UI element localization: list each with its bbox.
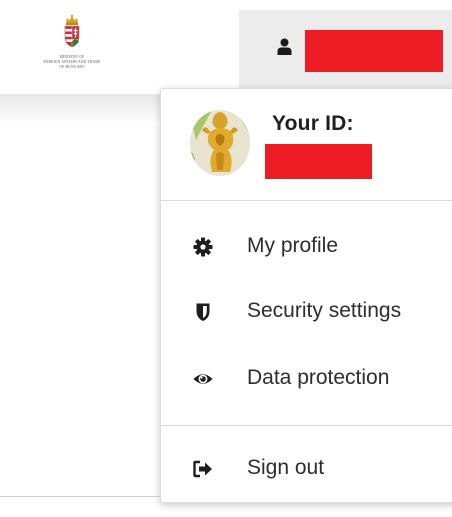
coat-of-arms-icon: [64, 14, 80, 48]
menu-item-my-profile[interactable]: My profile: [161, 225, 452, 269]
menu-item-data-protection[interactable]: Data protection: [161, 357, 452, 401]
menu-item-label: Security settings: [247, 299, 402, 322]
eye-icon: [193, 374, 213, 384]
menu-item-label: Data protection: [247, 366, 390, 389]
gear-icon: [193, 237, 213, 257]
page-background: [0, 94, 160, 124]
menu-item-label: Sign out: [247, 456, 325, 479]
ministry-logo[interactable]: Ministry of Foreign Affairs and Trade of…: [0, 0, 160, 94]
page-divider: [0, 496, 160, 497]
divider: [161, 200, 452, 201]
logo-line: of Hungary: [59, 64, 85, 69]
shield-icon: [196, 303, 210, 321]
divider: [161, 425, 452, 426]
username-redacted[interactable]: [305, 30, 443, 72]
user-id-redacted: [265, 144, 372, 179]
menu-item-security-settings[interactable]: Security settings: [161, 290, 452, 334]
your-id-label: Your ID:: [272, 112, 354, 135]
logo-caption: Ministry of Foreign Affairs and Trade of…: [12, 55, 132, 69]
avatar-image: [190, 110, 250, 176]
avatar: [190, 110, 250, 176]
sign-out-icon: [193, 460, 212, 478]
menu-item-sign-out[interactable]: Sign out: [161, 447, 452, 491]
menu-item-label: My profile: [247, 234, 339, 257]
user-icon[interactable]: [277, 38, 292, 55]
